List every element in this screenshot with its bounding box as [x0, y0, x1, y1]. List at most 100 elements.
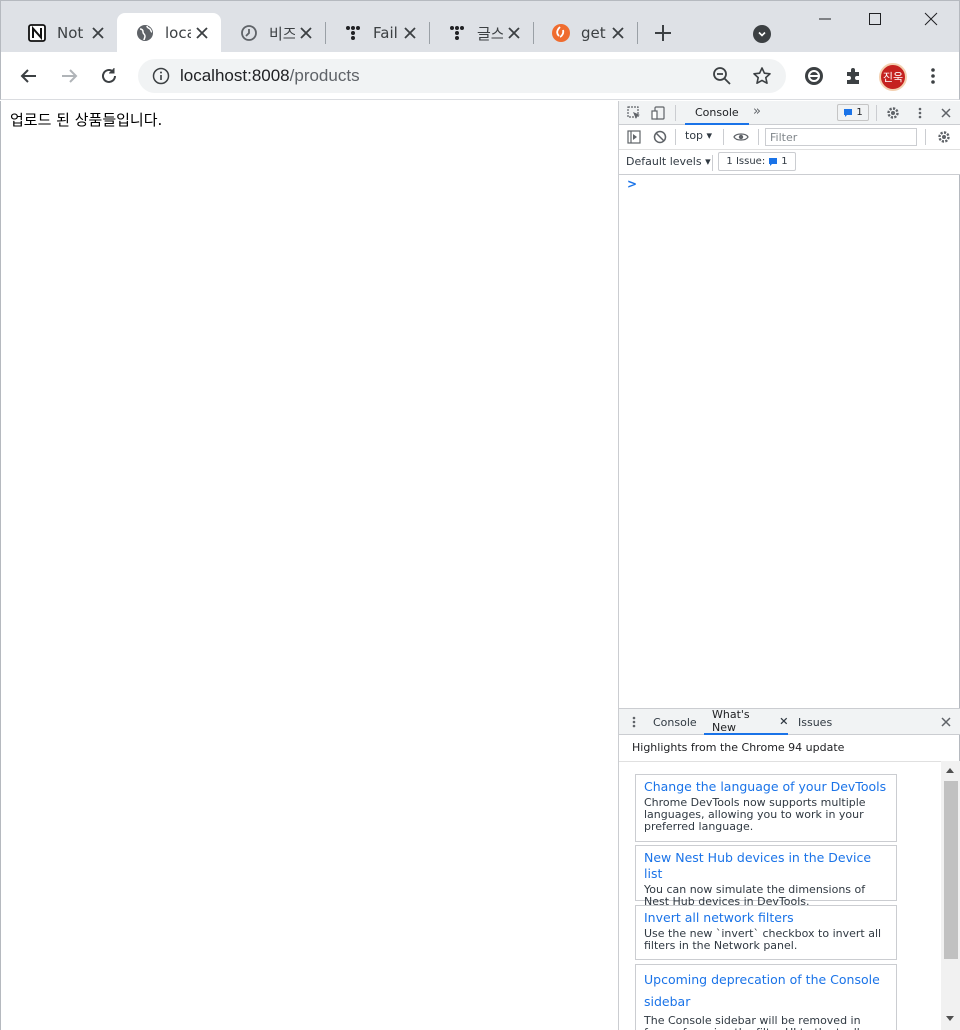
device-toolbar-icon[interactable]: [649, 104, 667, 122]
log-levels-label: Default levels: [626, 155, 702, 168]
dots-icon: [343, 23, 363, 43]
log-levels-select[interactable]: Default levels ▾: [626, 155, 711, 168]
whats-new-card[interactable]: Upcoming deprecation of the Console side…: [635, 964, 897, 1030]
tab-strip: Not loca 비즈 Fail 글스 get: [0, 0, 960, 53]
close-icon[interactable]: [609, 24, 627, 42]
close-icon[interactable]: [193, 24, 211, 42]
drawer-tab-issues[interactable]: Issues: [798, 709, 832, 735]
scroll-up-arrow-icon[interactable]: [946, 768, 954, 773]
tab-gl[interactable]: 글스: [429, 13, 533, 53]
close-icon[interactable]: [505, 24, 523, 42]
console-toolbar: top ▾ Filter: [619, 125, 960, 150]
devtools-main-toolbar: Console » 1: [619, 101, 960, 125]
console-filter-input[interactable]: Filter: [765, 128, 917, 146]
extensions-puzzle-icon[interactable]: [842, 64, 866, 88]
drawer-menu-icon[interactable]: [625, 713, 643, 731]
issues-button[interactable]: 1 Issue: 1: [718, 152, 796, 171]
minimize-button[interactable]: [813, 7, 837, 31]
url-text: localhost:8008/products: [180, 66, 360, 86]
url-path: /products: [289, 66, 360, 85]
tab-localhost[interactable]: loca: [117, 13, 221, 53]
whats-new-highlights: Highlights from the Chrome 94 update: [632, 741, 845, 754]
reload-button[interactable]: [97, 64, 121, 88]
more-tabs-icon[interactable]: »: [753, 104, 761, 119]
tab-title: Not: [57, 24, 83, 42]
devtools-menu-icon[interactable]: [911, 104, 929, 122]
address-bar[interactable]: localhost:8008/products: [138, 59, 786, 93]
toolbar-separator: [675, 105, 676, 121]
clear-console-icon[interactable]: [651, 128, 669, 146]
whats-new-card[interactable]: Change the language of your DevTools Chr…: [635, 774, 897, 842]
tab-notion[interactable]: Not: [9, 13, 117, 53]
card-title[interactable]: Change the language of your DevTools: [644, 779, 888, 795]
tab-fail[interactable]: Fail: [325, 13, 429, 53]
extension-e-icon[interactable]: [802, 64, 826, 88]
toolbar-separator: [712, 155, 713, 171]
whats-new-card[interactable]: New Nest Hub devices in the Device list …: [635, 845, 897, 908]
tab-title: loca: [165, 24, 191, 42]
close-icon[interactable]: [297, 24, 315, 42]
codeigniter-icon: [551, 23, 571, 43]
notion-icon: [27, 23, 47, 43]
close-window-button[interactable]: [919, 7, 943, 31]
sidebar-toggle-icon[interactable]: [625, 128, 643, 146]
tab-console[interactable]: Console: [685, 101, 749, 125]
issues-badge[interactable]: 1: [837, 104, 869, 121]
inspect-element-icon[interactable]: [625, 104, 643, 122]
back-button[interactable]: [17, 64, 41, 88]
drawer-tab-whats-new[interactable]: What's New: [704, 708, 788, 735]
console-settings-gear-icon[interactable]: [935, 128, 953, 146]
context-select[interactable]: top ▾: [685, 129, 712, 142]
bookmark-star-icon[interactable]: [752, 66, 772, 86]
menu-kebab-icon[interactable]: [921, 64, 945, 88]
whats-new-list: Change the language of your DevTools Chr…: [619, 761, 960, 1030]
card-text: Use the new `invert` checkbox to invert …: [644, 927, 882, 952]
profile-avatar[interactable]: 진욱: [879, 63, 907, 91]
products-heading: 업로드 된 상품들입니다.: [10, 111, 163, 129]
drawer-tabbar: Console What's New Issues: [619, 708, 960, 735]
tab-get[interactable]: get: [533, 13, 637, 53]
devtools-panel: Console » 1 top ▾ Filter Default levels …: [618, 101, 960, 1030]
toolbar-separator: [876, 105, 877, 121]
maximize-button[interactable]: [863, 7, 887, 31]
card-title[interactable]: Invert all network filters: [644, 910, 888, 926]
tab-title: 글스: [477, 24, 503, 43]
close-icon[interactable]: [401, 24, 419, 42]
message-icon: [844, 108, 853, 117]
whats-new-card[interactable]: Invert all network filters Use the new `…: [635, 905, 897, 960]
close-devtools-icon[interactable]: [937, 104, 955, 122]
new-tab-button[interactable]: [651, 21, 675, 45]
settings-gear-icon[interactable]: [884, 104, 902, 122]
drawer-scrollbar[interactable]: [941, 761, 960, 1030]
close-icon[interactable]: [89, 24, 107, 42]
issues-badge-count: 1: [856, 107, 863, 118]
scrollbar-thumb[interactable]: [944, 781, 958, 959]
tab-title: 비즈: [269, 24, 295, 43]
card-text: The Console sidebar will be removed in f…: [644, 1014, 878, 1030]
card-title[interactable]: New Nest Hub devices in the Device list: [644, 850, 888, 882]
card-title[interactable]: Upcoming deprecation of the Console side…: [644, 969, 888, 1013]
issues-label: 1 Issue:: [726, 156, 766, 167]
close-drawer-icon[interactable]: [937, 713, 955, 731]
tab-title: Fail: [373, 24, 398, 42]
close-icon: [780, 717, 788, 725]
tab-clock[interactable]: 비즈: [221, 13, 325, 53]
toolbar-separator: [723, 129, 724, 145]
drawer-tab-console[interactable]: Console: [653, 709, 697, 735]
page-content: 업로드 된 상품들입니다.: [0, 101, 618, 1030]
zoom-icon[interactable]: [712, 66, 732, 86]
console-toolbar-secondary: Default levels ▾ 1 Issue: 1: [619, 150, 960, 175]
info-icon[interactable]: [152, 67, 170, 85]
scroll-down-arrow-icon[interactable]: [946, 1016, 954, 1021]
tab-search-icon[interactable]: [753, 25, 771, 43]
live-expression-eye-icon[interactable]: [732, 128, 750, 146]
issues-count: 1: [781, 156, 788, 167]
message-icon: [769, 157, 778, 166]
globe-icon: [135, 23, 155, 43]
console-prompt[interactable]: >: [627, 177, 637, 191]
card-text: Chrome DevTools now supports multiple la…: [644, 796, 866, 833]
drawer-tab-whats-new-label: What's New: [712, 708, 750, 734]
forward-button[interactable]: [57, 64, 81, 88]
tab-title: get: [581, 24, 606, 42]
clock-icon: [239, 23, 259, 43]
